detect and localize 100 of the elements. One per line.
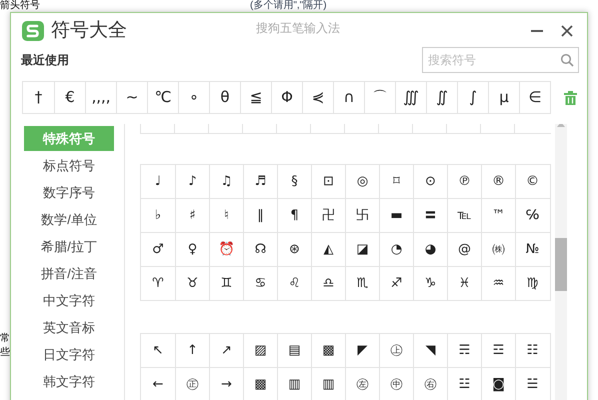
scrollbar[interactable] <box>555 124 567 400</box>
symbol-key[interactable]: † <box>23 82 54 113</box>
symbol-key[interactable]: ℡ <box>447 199 481 232</box>
symbol-key[interactable]: ☳ <box>447 368 481 400</box>
symbol-key[interactable]: ◪ <box>345 233 379 266</box>
symbol-key[interactable]: ¶ <box>277 199 311 232</box>
symbol-key[interactable]: ♎ <box>311 267 345 300</box>
symbol-key[interactable]: ◎ <box>345 165 379 198</box>
symbol-key[interactable]: § <box>277 165 311 198</box>
symbol-key[interactable]: 卐 <box>345 199 379 232</box>
symbol-key[interactable]: ℗ <box>447 165 481 198</box>
close-button[interactable] <box>559 23 575 39</box>
symbol-key[interactable]: ⊙ <box>413 165 447 198</box>
symbol-key[interactable]: ∈ <box>519 82 550 113</box>
symbol-key[interactable]: ◕ <box>413 233 447 266</box>
symbol-key[interactable]: ‖ <box>243 199 277 232</box>
symbol-key[interactable]: © <box>515 165 549 198</box>
symbol-key[interactable]: → <box>209 368 243 400</box>
symbol-key[interactable]: ♬ <box>243 165 277 198</box>
symbol-key[interactable]: ▥ <box>277 368 311 400</box>
search-field[interactable]: 搜索符号 <box>422 47 579 73</box>
category-tab[interactable]: 拼音/注音 <box>24 261 114 286</box>
symbol-key[interactable]: ◥ <box>413 334 447 367</box>
symbol-key[interactable]: № <box>515 233 549 266</box>
symbol-key[interactable]: ↖ <box>141 334 175 367</box>
symbol-key[interactable]: μ <box>488 82 519 113</box>
symbol-key[interactable]: ♪ <box>175 165 209 198</box>
category-tab[interactable]: 数字序号 <box>24 180 114 205</box>
symbol-key[interactable]: ▤ <box>277 334 311 367</box>
symbol-key[interactable]: ♍ <box>515 267 549 300</box>
symbol-key[interactable]: ⏰ <box>209 233 243 266</box>
symbol-key[interactable]: ∭ <box>395 82 426 113</box>
symbol-key[interactable]: ▨ <box>243 334 277 367</box>
category-tab[interactable]: 希腊/拉丁 <box>24 234 114 259</box>
symbol-key[interactable]: ◭ <box>311 233 345 266</box>
symbol-key[interactable]: ← <box>141 368 175 400</box>
symbol-key[interactable]: € <box>54 82 85 113</box>
category-tab[interactable]: 韩文字符 <box>24 369 114 394</box>
symbol-key[interactable]: 〓 <box>413 199 447 232</box>
symbol-key[interactable]: ℃ <box>147 82 178 113</box>
symbol-key[interactable]: ® <box>481 165 515 198</box>
symbol-key[interactable]: ↗ <box>209 334 243 367</box>
symbol-key[interactable]: ◔ <box>379 233 413 266</box>
symbol-key[interactable]: ▩ <box>243 368 277 400</box>
category-tab[interactable]: 英文音标 <box>24 315 114 340</box>
symbol-key[interactable]: ▥ <box>311 368 345 400</box>
symbol-key[interactable]: ∩ <box>333 82 364 113</box>
symbol-key[interactable]: ☷ <box>515 334 549 367</box>
symbol-key[interactable]: ♭ <box>141 199 175 232</box>
symbol-key[interactable]: ♂ <box>141 233 175 266</box>
symbol-key[interactable]: ⋞ <box>302 82 333 113</box>
symbol-key[interactable]: ≦ <box>240 82 271 113</box>
scrollbar-thumb[interactable] <box>555 238 567 291</box>
symbol-key[interactable]: ♋ <box>243 267 277 300</box>
symbol-key[interactable]: ☴ <box>447 334 481 367</box>
symbol-key[interactable]: ㊣ <box>175 368 209 400</box>
symbol-key[interactable]: ♓ <box>447 267 481 300</box>
symbol-key[interactable]: ☱ <box>515 368 549 400</box>
symbol-key[interactable]: ㊥ <box>379 368 413 400</box>
symbol-key[interactable]: 卍 <box>311 199 345 232</box>
symbol-key[interactable]: ♮ <box>209 199 243 232</box>
symbol-key[interactable]: ♩ <box>141 165 175 198</box>
symbol-key[interactable]: ♌ <box>277 267 311 300</box>
symbol-key[interactable]: ♈ <box>141 267 175 300</box>
symbol-key[interactable]: ▬ <box>379 199 413 232</box>
symbol-key[interactable]: ⌑ <box>379 165 413 198</box>
symbol-key[interactable]: ↑ <box>175 334 209 367</box>
symbol-key[interactable]: ▩ <box>311 334 345 367</box>
symbol-key[interactable]: θ <box>209 82 240 113</box>
symbol-key[interactable]: ♊ <box>209 267 243 300</box>
trash-icon[interactable] <box>564 90 577 104</box>
category-tab[interactable]: 中文字符 <box>24 288 114 313</box>
category-tab[interactable]: 标点符号 <box>24 153 114 178</box>
symbol-key[interactable]: ☲ <box>481 334 515 367</box>
symbol-key[interactable]: ♏ <box>345 267 379 300</box>
symbol-key[interactable]: ⌒ <box>364 82 395 113</box>
symbol-key[interactable]: ♐ <box>379 267 413 300</box>
category-tab[interactable]: 数学/单位 <box>24 207 114 232</box>
symbol-key[interactable]: Φ <box>271 82 302 113</box>
symbol-key[interactable]: ♒ <box>481 267 515 300</box>
symbol-key[interactable]: ☊ <box>243 233 277 266</box>
symbol-key[interactable]: ◙ <box>481 368 515 400</box>
symbol-key[interactable]: ㊧ <box>345 368 379 400</box>
symbol-key[interactable]: ♑ <box>413 267 447 300</box>
symbol-key[interactable]: ♯ <box>175 199 209 232</box>
symbol-key[interactable]: ™ <box>481 199 515 232</box>
symbol-key[interactable]: ◤ <box>345 334 379 367</box>
symbol-key[interactable]: @ <box>447 233 481 266</box>
symbol-key[interactable]: ∬ <box>426 82 457 113</box>
symbol-key[interactable]: ♀ <box>175 233 209 266</box>
symbol-key[interactable]: ∫ <box>457 82 488 113</box>
symbol-key[interactable]: ⊡ <box>311 165 345 198</box>
symbol-key[interactable]: ~ <box>116 82 147 113</box>
category-tab[interactable]: 日文字符 <box>24 342 114 367</box>
symbol-key[interactable]: ∘ <box>178 82 209 113</box>
symbol-key[interactable]: ㈱ <box>481 233 515 266</box>
symbol-key[interactable]: ㊨ <box>413 368 447 400</box>
symbol-key[interactable]: ℅ <box>515 199 549 232</box>
symbol-key[interactable]: ‚,,, <box>85 82 116 113</box>
symbol-key[interactable]: ⊛ <box>277 233 311 266</box>
